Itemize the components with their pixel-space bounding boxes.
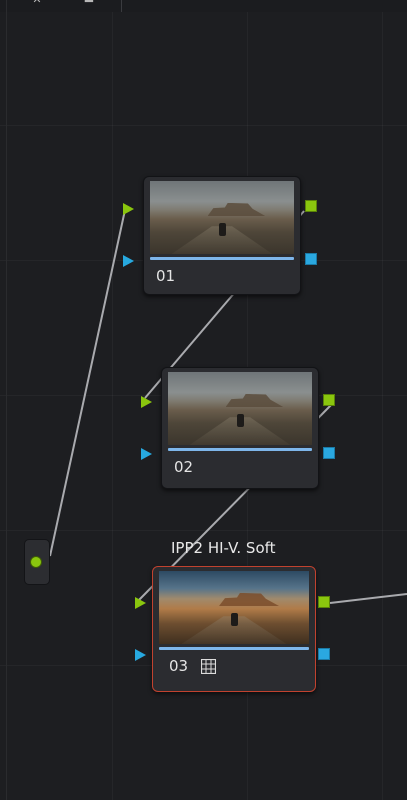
node-01-alpha-output[interactable]	[305, 253, 317, 265]
node-02-alpha-output[interactable]	[323, 447, 335, 459]
node-03[interactable]: 03	[152, 566, 316, 692]
node-02-alpha-input[interactable]	[141, 448, 152, 460]
source-output-port[interactable]	[30, 556, 42, 568]
node-bar	[159, 647, 309, 650]
node-02[interactable]: 02	[161, 367, 319, 489]
source-node[interactable]	[24, 539, 50, 585]
node-label: 03	[169, 657, 189, 675]
node-03-rgb-input[interactable]	[135, 597, 146, 609]
node-03-rgb-output[interactable]	[318, 596, 330, 608]
node-label: 01	[156, 267, 176, 285]
node-01[interactable]: 01	[143, 176, 301, 295]
link-03-out	[329, 593, 407, 604]
node-thumbnail	[168, 372, 312, 445]
node-thumbnail	[150, 181, 294, 254]
node-thumbnail	[159, 571, 309, 644]
node-02-rgb-output[interactable]	[323, 394, 335, 406]
node-02-rgb-input[interactable]	[141, 396, 152, 408]
link-source-to-01	[49, 209, 126, 557]
node-03-title: IPP2 HI-V. Soft	[171, 539, 276, 557]
node-01-rgb-output[interactable]	[305, 200, 317, 212]
node-03-alpha-output[interactable]	[318, 648, 330, 660]
node-bar	[168, 448, 312, 451]
node-01-alpha-input[interactable]	[123, 255, 134, 267]
node-03-alpha-input[interactable]	[135, 649, 146, 661]
lut-grid-icon	[201, 659, 216, 674]
node-bar	[150, 257, 294, 260]
node-01-rgb-input[interactable]	[123, 203, 134, 215]
node-label: 02	[174, 458, 194, 476]
